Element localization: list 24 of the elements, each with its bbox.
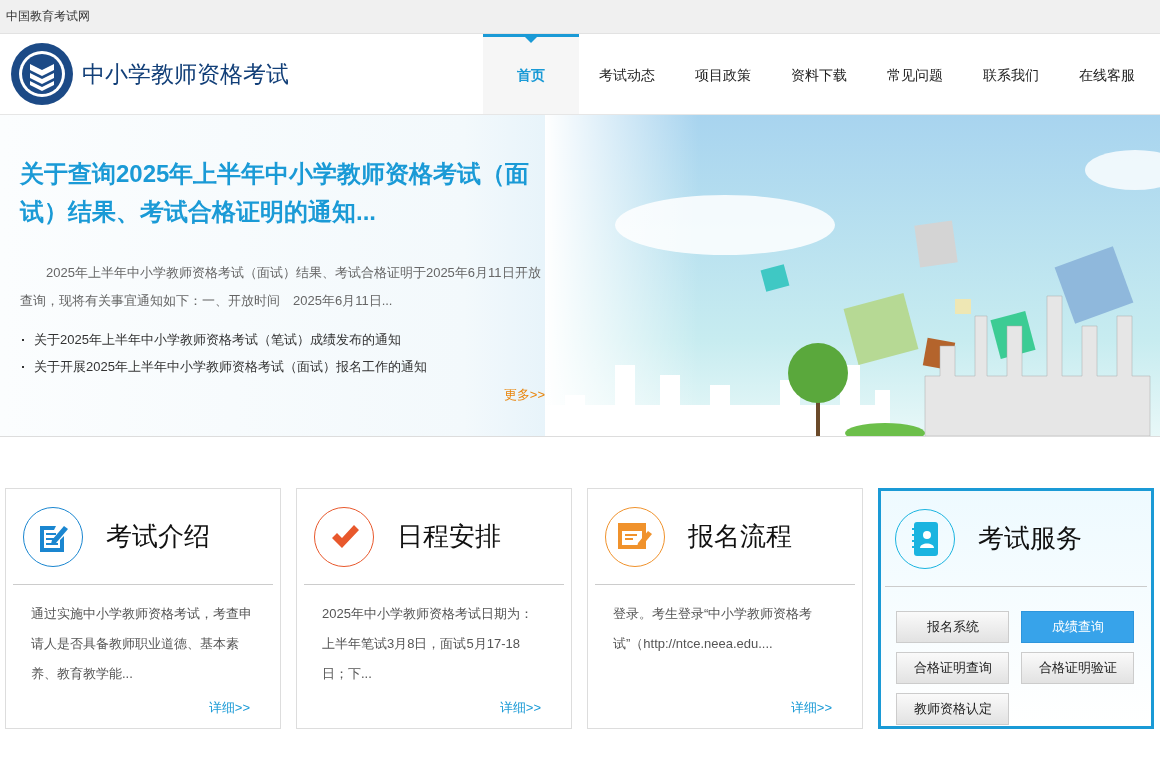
- site-name[interactable]: 中国教育考试网: [6, 8, 90, 25]
- service-button[interactable]: 合格证明验证: [1021, 652, 1134, 684]
- card-title: 考试服务: [978, 522, 1082, 555]
- service-button[interactable]: 报名系统: [896, 611, 1009, 643]
- nav-tab[interactable]: 资料下载: [771, 34, 867, 114]
- nav-tab[interactable]: 在线客服: [1059, 34, 1155, 114]
- news-summary: 2025年上半年中小学教师资格考试（面试）结果、考试合格证明于2025年6月11日开放查询，现将有关事宜通知如下：一、开放时间 2025年6月11日...: [20, 264, 542, 310]
- nav-tab[interactable]: 常见问题: [867, 34, 963, 114]
- card-title: 考试介绍: [106, 520, 210, 553]
- contact-book-icon: [910, 520, 940, 557]
- card-description: 通过实施中小学教师资格考试，考查申请人是否具备教师职业道德、基本素养、教育教学能...: [31, 605, 253, 683]
- card-title: 报名流程: [688, 520, 792, 553]
- news-link[interactable]: 关于2025年上半年中小学教师资格考试（笔试）成绩发布的通知: [34, 331, 401, 349]
- service-button[interactable]: 教师资格认定: [896, 693, 1009, 725]
- card-title: 日程安排: [397, 520, 501, 553]
- nav-tab[interactable]: 联系我们: [963, 34, 1059, 114]
- card-description: 登录。考生登录“中小学教师资格考试”（http://ntce.neea.edu....: [613, 605, 814, 653]
- book-emblem-logo[interactable]: [10, 42, 74, 106]
- nav-tab[interactable]: 项目政策: [675, 34, 771, 114]
- site-title: 中小学教师资格考试: [82, 59, 290, 89]
- service-button[interactable]: 合格证明查询: [896, 652, 1009, 684]
- news-link[interactable]: 关于开展2025年上半年中小学教师资格考试（面试）报名工作的通知: [34, 358, 427, 376]
- card-description: 2025年中小学教师资格考试日期为：上半年笔试3月8日，面试5月17-18日；下...: [322, 605, 534, 683]
- nav-tab[interactable]: 考试动态: [579, 34, 675, 114]
